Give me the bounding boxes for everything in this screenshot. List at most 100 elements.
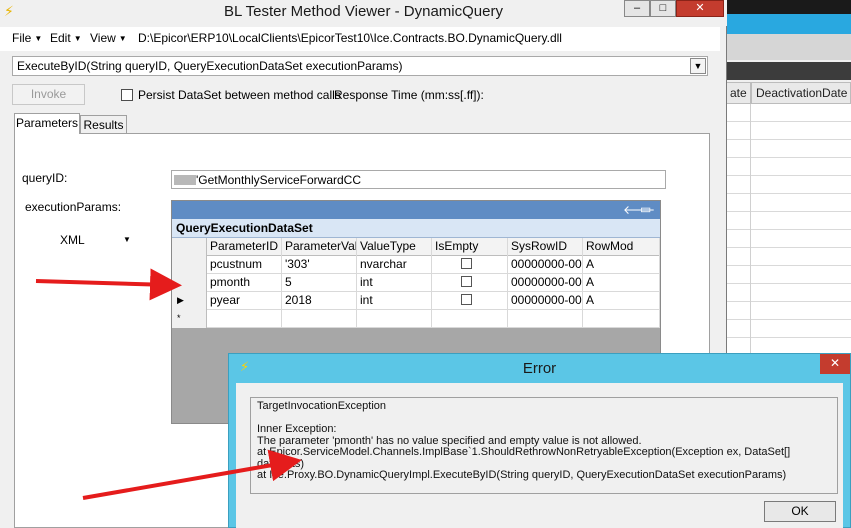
new-row-marker-icon[interactable]: * [172, 310, 207, 328]
column-header-parameterval[interactable]: ParameterVal [282, 238, 357, 256]
chevron-down-icon[interactable]: ▼ [123, 235, 131, 244]
row-selector[interactable] [172, 256, 207, 274]
table-row[interactable]: ▶ pyear 2018 int 00000000-00 A [172, 292, 660, 310]
redacted-prefix [174, 175, 196, 185]
cell-parameterval[interactable]: '303' [282, 256, 357, 274]
dataset-name: QueryExecutionDataSet [176, 221, 313, 235]
cell-empty[interactable] [282, 310, 357, 328]
column-header-rowmod[interactable]: RowMod [583, 238, 660, 256]
persist-dataset-checkbox[interactable] [121, 89, 133, 101]
cell-rowmod[interactable]: A [583, 256, 660, 274]
bg-toolbar [725, 34, 851, 60]
cell-parameterval[interactable]: 5 [282, 274, 357, 292]
menu-file[interactable]: File ▼ [12, 31, 42, 45]
cell-parameterval[interactable]: 2018 [282, 292, 357, 310]
cell-parameterid[interactable]: pcustnum [207, 256, 282, 274]
error-line: TargetInvocationException [257, 400, 387, 412]
bg-dark-strip [725, 62, 851, 80]
error-dialog-title: Error [522, 360, 557, 377]
cell-empty[interactable] [583, 310, 660, 328]
window-titlebar[interactable]: ⚡ BL Tester Method Viewer - DynamicQuery… [0, 0, 727, 26]
column-header-parameterid[interactable]: ParameterID [207, 238, 282, 256]
menu-view[interactable]: View ▼ [90, 31, 127, 45]
cell-empty[interactable] [207, 310, 282, 328]
row-header-corner [172, 238, 207, 256]
column-header-isempty[interactable]: IsEmpty [432, 238, 508, 256]
query-id-input[interactable]: 'GetMonthlyServiceForwardCC [171, 170, 666, 189]
query-id-value: 'GetMonthlyServiceForwardCC [196, 173, 362, 187]
format-select[interactable]: XML ▼ [60, 233, 131, 247]
cell-parameterid[interactable]: pmonth [207, 274, 282, 292]
cell-empty[interactable] [508, 310, 583, 328]
bg-grid-rows [725, 104, 851, 354]
isempty-checkbox[interactable] [461, 294, 472, 305]
cell-rowmod[interactable]: A [583, 274, 660, 292]
bg-blue-bar [725, 14, 851, 34]
cell-empty[interactable] [432, 310, 508, 328]
error-line [257, 413, 831, 425]
invoke-button[interactable]: Invoke [12, 84, 85, 105]
chevron-down-icon: ▼ [118, 34, 127, 43]
menu-file-label: File [12, 31, 32, 45]
cell-isempty[interactable] [432, 274, 508, 292]
cell-sysrowid[interactable]: 00000000-00 [508, 274, 583, 292]
column-header-valuetype[interactable]: ValueType [357, 238, 432, 256]
error-dialog-body: TargetInvocationException Inner Exceptio… [236, 383, 843, 528]
menu-bar: File ▼ Edit ▼ View ▼ D:\Epicor\ERP10\LocalC… [0, 27, 720, 51]
cell-empty[interactable] [357, 310, 432, 328]
menu-view-label: View [90, 31, 116, 45]
error-line: Inner Exception: [257, 423, 337, 435]
dataset-table: ParameterID ParameterVal ValueType IsEmp… [172, 238, 660, 328]
chevron-down-icon[interactable]: ▼ [690, 58, 706, 74]
isempty-checkbox[interactable] [461, 276, 472, 287]
maximize-button[interactable]: □ [650, 0, 676, 17]
assembly-path: D:\Epicor\ERP10\LocalClients\EpicorTest1… [138, 31, 562, 45]
window-title: BL Tester Method Viewer - DynamicQuery [223, 3, 503, 20]
chevron-down-icon: ▼ [73, 34, 82, 43]
query-id-label: queryID: [22, 171, 68, 185]
dataset-name-bar: QueryExecutionDataSet [172, 219, 660, 238]
menu-edit[interactable]: Edit ▼ [50, 31, 82, 45]
execution-params-label: executionParams: [25, 200, 122, 214]
current-row-marker-icon[interactable]: ▶ [172, 292, 207, 310]
cell-valuetype[interactable]: int [357, 274, 432, 292]
cell-valuetype[interactable]: nvarchar [357, 256, 432, 274]
cell-isempty[interactable] [432, 292, 508, 310]
new-table-row[interactable]: * [172, 310, 660, 328]
bg-topbar [725, 0, 851, 14]
cell-sysrowid[interactable]: 00000000-00 [508, 256, 583, 274]
error-dialog-titlebar[interactable]: ⚡ Error ✕ [229, 354, 850, 383]
ok-button[interactable]: OK [764, 501, 836, 522]
table-row[interactable]: pcustnum '303' nvarchar 00000000-00 A [172, 256, 660, 274]
minimize-button[interactable]: – [624, 0, 650, 17]
bg-column-header-deactivation-date[interactable]: DeactivationDate [751, 82, 851, 104]
format-value: XML [60, 233, 85, 247]
column-header-sysrowid[interactable]: SysRowID [508, 238, 583, 256]
error-close-button[interactable]: ✕ [820, 354, 850, 374]
tab-results[interactable]: Results [80, 115, 127, 135]
table-row[interactable]: pmonth 5 int 00000000-00 A [172, 274, 660, 292]
layout-icon[interactable]: ▭ [640, 202, 651, 216]
cell-valuetype[interactable]: int [357, 292, 432, 310]
table-header-row: ParameterID ParameterVal ValueType IsEmp… [172, 238, 660, 256]
tab-parameters[interactable]: Parameters [14, 113, 80, 134]
chevron-down-icon: ▼ [34, 34, 43, 43]
method-selected-value: ExecuteByID(String queryID, QueryExecuti… [17, 59, 403, 73]
cell-sysrowid[interactable]: 00000000-00 [508, 292, 583, 310]
cell-parameterid[interactable]: pyear [207, 292, 282, 310]
persist-dataset-label: Persist DataSet between method calls [138, 88, 341, 102]
cell-rowmod[interactable]: A [583, 292, 660, 310]
response-time-label: Response Time (mm:ss[.ff]): [334, 88, 484, 102]
error-dialog: ⚡ Error ✕ TargetInvocationException Inne… [228, 353, 851, 528]
cell-isempty[interactable] [432, 256, 508, 274]
bg-column-header[interactable]: ate [725, 82, 751, 104]
row-selector[interactable] [172, 274, 207, 292]
dataset-toolbar: 🡐 ▭ [172, 201, 660, 219]
close-button[interactable]: ✕ [676, 0, 724, 17]
method-select[interactable]: ExecuteByID(String queryID, QueryExecuti… [12, 56, 708, 76]
isempty-checkbox[interactable] [461, 258, 472, 269]
error-message-box: TargetInvocationException Inner Exceptio… [250, 397, 838, 494]
error-line: at Ice.Proxy.BO.DynamicQueryImpl.Execute… [257, 469, 787, 481]
menu-edit-label: Edit [50, 31, 71, 45]
error-line: at Epicor.ServiceModel.Channels.ImplBase… [257, 446, 791, 470]
